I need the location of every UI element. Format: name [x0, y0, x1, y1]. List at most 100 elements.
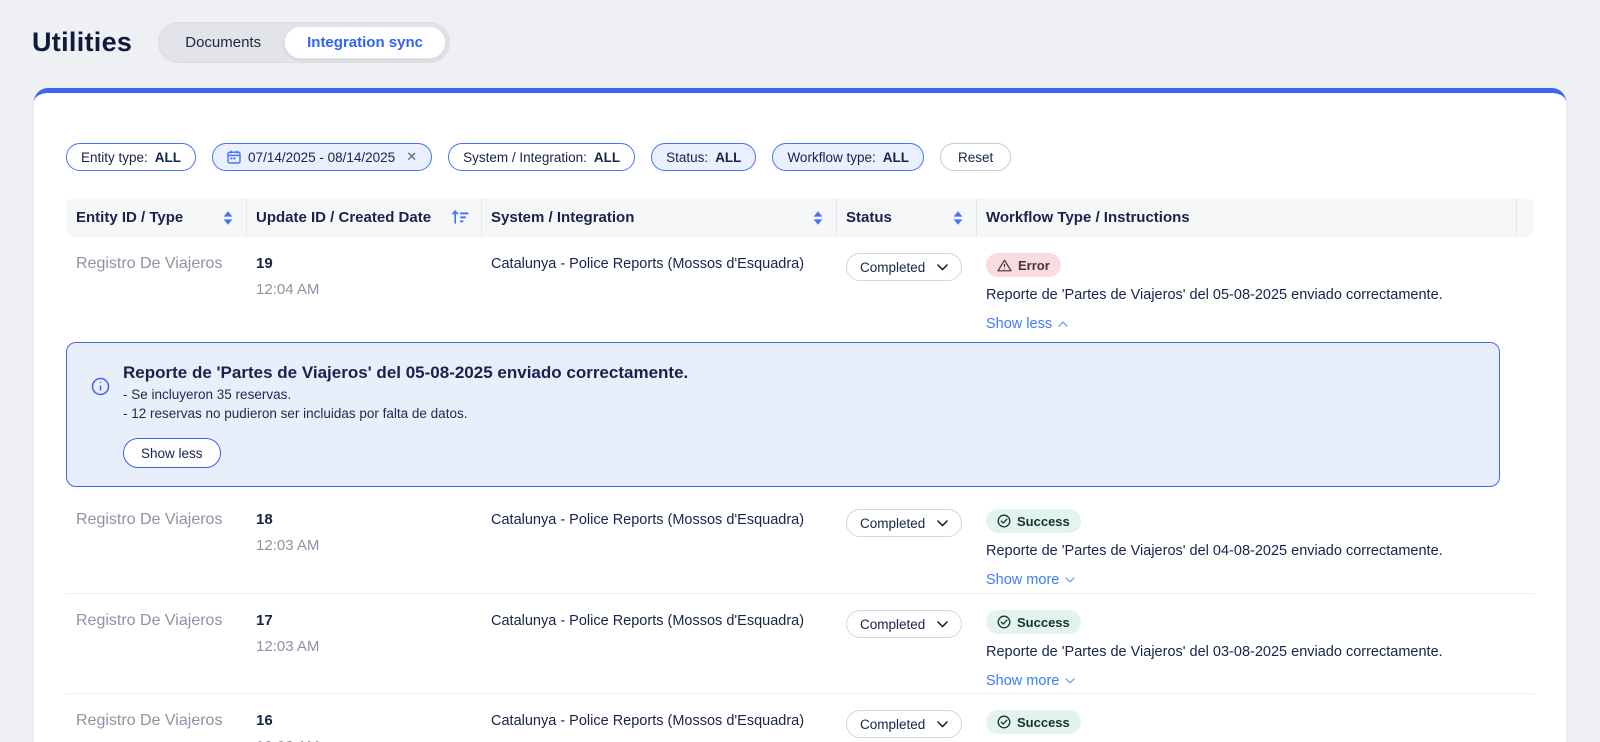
column-header-4[interactable]: Workflow Type / Instructions: [976, 198, 1516, 237]
workflow-cell: Success Reporte de 'Partes de Viajeros' …: [976, 612, 1516, 690]
close-icon[interactable]: ✕: [406, 149, 417, 165]
status-dropdown[interactable]: Completed: [846, 253, 962, 281]
warning-icon: [997, 259, 1012, 272]
tab-group: Documents Integration sync: [158, 22, 450, 63]
sort-icon[interactable]: [812, 210, 824, 226]
show-toggle-link[interactable]: Show more: [986, 673, 1075, 689]
sort-icon[interactable]: [952, 210, 964, 226]
filter-chip-2[interactable]: System / Integration: ALL: [448, 143, 635, 171]
sort-icon[interactable]: [222, 210, 234, 226]
table-row: Registro De Viajeros 17 12:03 AM Catalun…: [66, 593, 1534, 693]
filter-chip-label: Entity type:: [81, 150, 148, 165]
status-dropdown[interactable]: Completed: [846, 509, 962, 537]
status-dropdown[interactable]: Completed: [846, 610, 962, 638]
filter-chip-label: System / Integration:: [463, 150, 587, 165]
show-less-button[interactable]: Show less: [123, 438, 221, 468]
update-id: 18: [256, 511, 469, 528]
workflow-status-label: Success: [1017, 514, 1070, 529]
update-id: 19: [256, 255, 469, 272]
column-header-label: Status: [846, 209, 892, 226]
panel-detail-line: - 12 reservas no pudieron ser incluidas …: [123, 406, 688, 421]
chevron-down-icon: [937, 721, 948, 728]
status-value: Completed: [860, 617, 925, 632]
workflow-message: Reporte de 'Partes de Viajeros' del 03-0…: [986, 644, 1504, 660]
check-circle-icon: [997, 514, 1011, 528]
caret-icon: [1065, 678, 1075, 684]
filter-chip-label: Workflow type:: [787, 150, 875, 165]
workflow-status-badge: Success: [986, 610, 1081, 634]
show-toggle-label: Show less: [986, 316, 1052, 332]
filter-chip-value: ALL: [883, 150, 909, 165]
entity-type: Registro De Viajeros: [66, 712, 246, 730]
status-dropdown[interactable]: Completed: [846, 710, 962, 738]
table-body: Registro De Viajeros 19 12:04 AM Catalun…: [66, 237, 1534, 742]
sort-descending-icon[interactable]: [452, 210, 469, 225]
workflow-status-badge: Error: [986, 253, 1061, 277]
workflow-status-label: Error: [1018, 258, 1050, 273]
status-value: Completed: [860, 260, 925, 275]
table-row: Registro De Viajeros 19 12:04 AM Catalun…: [66, 237, 1534, 337]
column-header-2[interactable]: System / Integration: [481, 198, 836, 237]
chevron-down-icon: [937, 621, 948, 628]
reset-filters-button[interactable]: Reset: [940, 143, 1011, 171]
entity-type: Registro De Viajeros: [66, 511, 246, 529]
column-header-0[interactable]: Entity ID / Type: [66, 198, 246, 237]
created-time: 12:02 AM: [256, 738, 469, 742]
sync-table: Entity ID / Type Update ID / Created Dat…: [66, 198, 1534, 742]
filter-chip-3[interactable]: Status: ALL: [651, 143, 756, 171]
filter-chip-label: Status:: [666, 150, 708, 165]
tab-documents[interactable]: Documents: [162, 26, 284, 59]
filter-chips-row: Entity type: ALL 07/14/2025 - 08/14/2025…: [66, 143, 1534, 171]
column-header-label: Workflow Type / Instructions: [986, 209, 1190, 226]
status-cell: Completed: [836, 712, 976, 738]
filter-chip-value: ALL: [155, 150, 181, 165]
workflow-message: Reporte de 'Partes de Viajeros' del 05-0…: [986, 287, 1504, 303]
check-circle-icon: [997, 615, 1011, 629]
caret-icon: [1058, 321, 1068, 327]
show-toggle-link[interactable]: Show more: [986, 572, 1075, 588]
panel-detail-line: - Se incluyeron 35 reservas.: [123, 387, 688, 402]
update-cell: 17 12:03 AM: [246, 612, 481, 655]
column-header-label: System / Integration: [491, 209, 634, 226]
show-toggle-link[interactable]: Show less: [986, 316, 1068, 332]
created-time: 12:04 AM: [256, 281, 469, 298]
panel-content: Reporte de 'Partes de Viajeros' del 05-0…: [123, 363, 688, 468]
table-row: Registro De Viajeros 16 12:02 AM Catalun…: [66, 693, 1534, 742]
filter-chip-label: 07/14/2025 - 08/14/2025: [248, 150, 395, 165]
status-value: Completed: [860, 717, 925, 732]
column-header-label: Entity ID / Type: [76, 209, 183, 226]
page-title: Utilities: [32, 27, 132, 58]
tab-integration-sync[interactable]: Integration sync: [284, 26, 446, 59]
chevron-down-icon: [937, 520, 948, 527]
system-integration: Catalunya - Police Reports (Mossos d'Esq…: [481, 255, 836, 272]
column-header-1[interactable]: Update ID / Created Date: [246, 198, 481, 237]
status-cell: Completed: [836, 255, 976, 281]
filter-chip-4[interactable]: Workflow type: ALL: [772, 143, 924, 171]
column-header-spacer: [1516, 198, 1538, 237]
topbar: Utilities Documents Integration sync: [0, 0, 1600, 63]
workflow-status-badge: Success: [986, 710, 1081, 734]
table-row: Registro De Viajeros 18 12:03 AM Catalun…: [66, 493, 1534, 593]
filter-chip-0[interactable]: Entity type: ALL: [66, 143, 196, 171]
update-cell: 18 12:03 AM: [246, 511, 481, 554]
show-toggle-label: Show more: [986, 572, 1059, 588]
workflow-status-badge: Success: [986, 509, 1081, 533]
info-icon: [91, 377, 110, 468]
filter-chip-1[interactable]: 07/14/2025 - 08/14/2025 ✕: [212, 143, 432, 171]
integration-sync-card: Entity type: ALL 07/14/2025 - 08/14/2025…: [34, 88, 1566, 742]
workflow-cell: Success Reporte de 'Partes de Viajeros' …: [976, 712, 1516, 742]
workflow-cell: Success Reporte de 'Partes de Viajeros' …: [976, 511, 1516, 589]
panel-title: Reporte de 'Partes de Viajeros' del 05-0…: [123, 363, 688, 383]
workflow-message: Reporte de 'Partes de Viajeros' del 04-0…: [986, 543, 1504, 559]
entity-type: Registro De Viajeros: [66, 255, 246, 273]
workflow-cell: Error Reporte de 'Partes de Viajeros' de…: [976, 255, 1516, 333]
update-id: 16: [256, 712, 469, 729]
column-header-3[interactable]: Status: [836, 198, 976, 237]
system-integration: Catalunya - Police Reports (Mossos d'Esq…: [481, 511, 836, 528]
caret-icon: [1065, 577, 1075, 583]
show-toggle-label: Show more: [986, 673, 1059, 689]
created-time: 12:03 AM: [256, 537, 469, 554]
check-circle-icon: [997, 715, 1011, 729]
system-integration: Catalunya - Police Reports (Mossos d'Esq…: [481, 612, 836, 629]
table-header: Entity ID / Type Update ID / Created Dat…: [66, 198, 1534, 237]
